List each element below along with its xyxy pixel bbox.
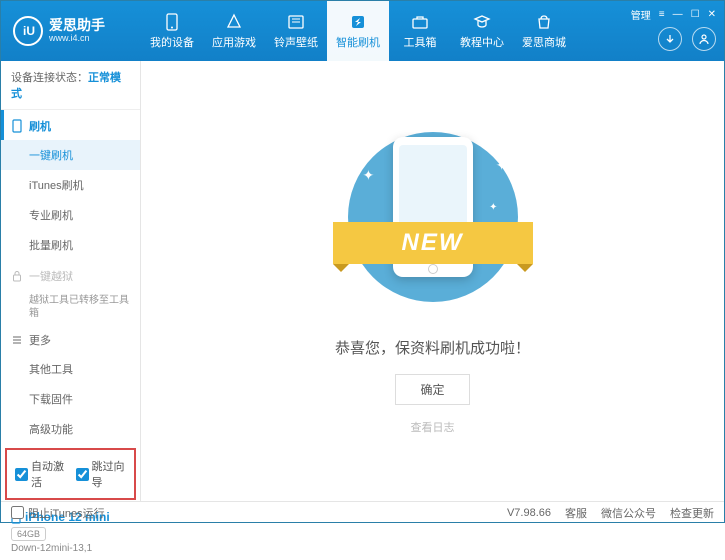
view-log-link[interactable]: 查看日志 — [411, 419, 455, 435]
user-button[interactable] — [692, 27, 716, 51]
version-label: V7.98.66 — [507, 507, 551, 519]
app-header: iU 爱思助手 www.i4.cn 我的设备 应用游戏 铃声壁纸 智能刷机 工具… — [1, 1, 724, 61]
sidebar-item-advanced[interactable]: 高级功能 — [1, 414, 140, 444]
sidebar-item-other-tools[interactable]: 其他工具 — [1, 354, 140, 384]
content-area: ✦ ✦ ✦ NEW 恭喜您，保资料刷机成功啦！ 确定 查看日志 — [141, 61, 724, 501]
update-link[interactable]: 检查更新 — [670, 505, 714, 521]
logo-icon: iU — [13, 16, 43, 46]
tab-apps[interactable]: 应用游戏 — [203, 1, 265, 61]
tab-label: 爱思商城 — [522, 34, 566, 50]
maximize-icon[interactable]: ☐ — [691, 9, 700, 20]
app-url: www.i4.cn — [49, 34, 105, 44]
success-illustration: ✦ ✦ ✦ NEW — [343, 127, 523, 307]
tab-my-device[interactable]: 我的设备 — [141, 1, 203, 61]
apps-icon — [225, 13, 243, 31]
lock-icon — [11, 270, 23, 282]
svg-text:iU: iU — [23, 24, 35, 38]
menu-icon — [11, 334, 23, 346]
tab-label: 教程中心 — [460, 34, 504, 50]
sidebar-more-head[interactable]: 更多 — [1, 324, 140, 354]
sidebar-item-pro-flash[interactable]: 专业刷机 — [1, 200, 140, 230]
sidebar-item-onekey-flash[interactable]: 一键刷机 — [1, 140, 140, 170]
tab-tutorials[interactable]: 教程中心 — [451, 1, 513, 61]
menu-icon[interactable]: ≡ — [659, 9, 665, 20]
tab-label: 铃声壁纸 — [274, 34, 318, 50]
store-icon — [535, 13, 553, 31]
device-capacity: 64GB — [11, 527, 46, 541]
new-banner: NEW — [333, 222, 533, 264]
tab-store[interactable]: 爱思商城 — [513, 1, 575, 61]
window-controls: 管理 ≡ — ☐ ✕ — [631, 7, 716, 22]
wallpaper-icon — [287, 13, 305, 31]
sidebar-item-itunes-flash[interactable]: iTunes刷机 — [1, 170, 140, 200]
service-link[interactable]: 客服 — [565, 505, 587, 521]
app-title: 爱思助手 — [49, 18, 105, 33]
manage-label[interactable]: 管理 — [631, 7, 651, 22]
sidebar-flash-head[interactable]: 刷机 — [1, 110, 140, 140]
success-message: 恭喜您，保资料刷机成功啦！ — [335, 337, 530, 358]
connection-status: 设备连接状态：正常模式 — [1, 61, 140, 110]
tab-ringtones[interactable]: 铃声壁纸 — [265, 1, 327, 61]
tutorial-icon — [473, 13, 491, 31]
device-model: Down-12mini-13,1 — [11, 543, 130, 554]
sidebar-jailbreak-head[interactable]: 一键越狱 — [1, 260, 140, 290]
phone-icon — [11, 119, 23, 133]
block-itunes-checkbox[interactable]: 阻止iTunes运行 — [11, 505, 105, 521]
tab-label: 应用游戏 — [212, 34, 256, 50]
close-icon[interactable]: ✕ — [708, 9, 716, 20]
jailbreak-note: 越狱工具已转移至工具箱 — [1, 290, 140, 324]
device-icon — [163, 13, 181, 31]
confirm-button[interactable]: 确定 — [395, 374, 469, 405]
tab-flash[interactable]: 智能刷机 — [327, 1, 389, 61]
tab-label: 我的设备 — [150, 34, 194, 50]
tab-label: 工具箱 — [404, 34, 437, 50]
sidebar-item-batch-flash[interactable]: 批量刷机 — [1, 230, 140, 260]
sidebar-item-download-fw[interactable]: 下载固件 — [1, 384, 140, 414]
tab-label: 智能刷机 — [336, 34, 380, 50]
skip-wizard-checkbox[interactable]: 跳过向导 — [76, 458, 127, 490]
download-button[interactable] — [658, 27, 682, 51]
tab-toolbox[interactable]: 工具箱 — [389, 1, 451, 61]
logo: iU 爱思助手 www.i4.cn — [1, 16, 141, 46]
minimize-icon[interactable]: — — [673, 9, 683, 20]
options-row: 自动激活 跳过向导 — [5, 448, 136, 500]
auto-activate-checkbox[interactable]: 自动激活 — [15, 458, 66, 490]
wechat-link[interactable]: 微信公众号 — [601, 505, 656, 521]
toolbox-icon — [411, 13, 429, 31]
sidebar: 设备连接状态：正常模式 刷机 一键刷机 iTunes刷机 专业刷机 批量刷机 一… — [1, 61, 141, 501]
flash-icon — [349, 13, 367, 31]
